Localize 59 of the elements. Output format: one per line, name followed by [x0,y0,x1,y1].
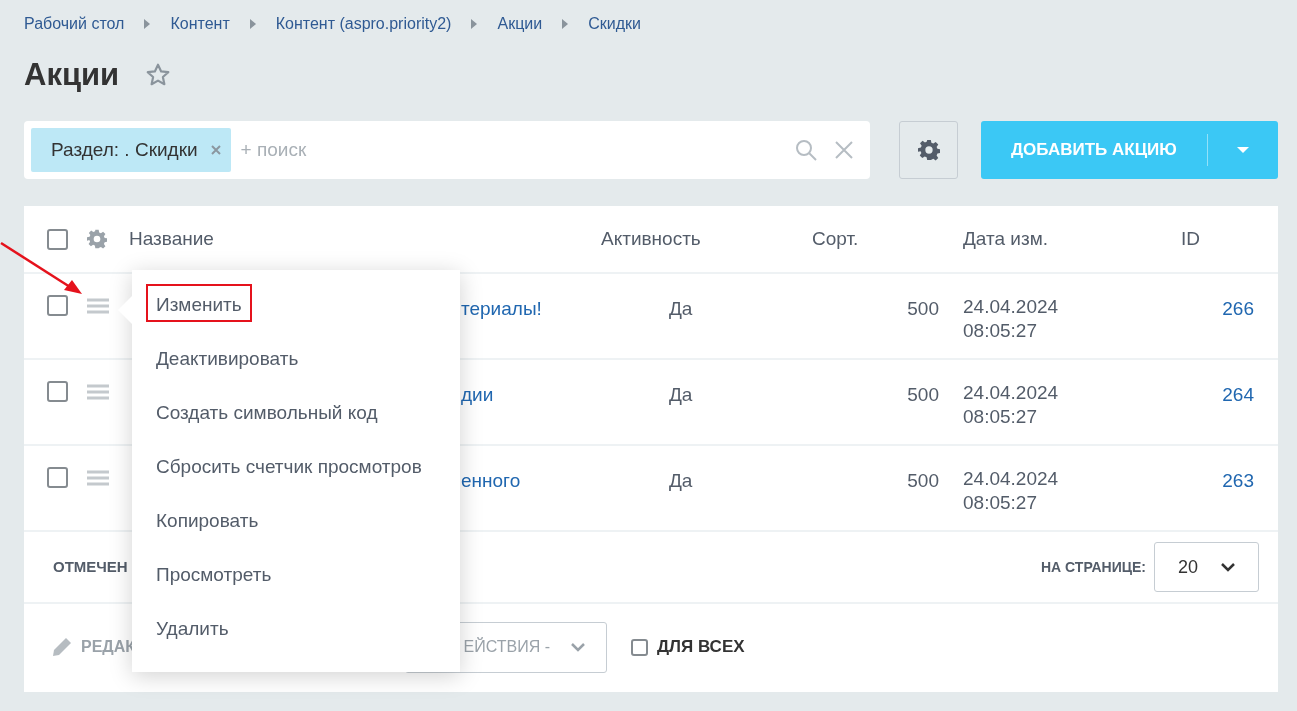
chevron-icon [249,18,256,29]
menu-item[interactable]: Копировать [146,500,269,538]
for-all-label: ДЛЯ ВСЕХ [657,636,745,659]
settings-button[interactable] [899,121,958,179]
checkbox[interactable] [47,295,68,316]
chevron-icon [562,18,569,29]
table-cell: 500 [907,470,939,491]
id-link[interactable]: 266 [1222,298,1254,319]
star-icon[interactable] [145,62,172,88]
search-icon[interactable] [794,138,818,162]
column-header[interactable]: Дата изм. [963,224,1181,254]
filter-field[interactable]: Раздел: . Скидки + поиск [24,121,870,179]
per-page-select[interactable]: 20 [1154,542,1259,592]
table-cell: Да [669,384,693,405]
chevron-icon [144,18,151,29]
table-cell: Да [669,298,693,319]
settings-icon[interactable] [87,229,107,249]
pencil-icon[interactable] [51,636,73,658]
table-cell: 500 [907,384,939,405]
settings-icon [917,139,940,161]
menu-item[interactable]: Деактивировать [146,338,309,376]
menu-item[interactable]: Создать символьный код [146,392,388,430]
filter-tag-label: Раздел: . Скидки [51,137,198,162]
table-cell-text: 24.04.2024 08:05:27 [963,381,1060,429]
column-header[interactable]: Сорт. [812,224,963,254]
menu-item[interactable]: Удалить [146,608,239,646]
search-input[interactable]: + поиск [238,134,794,166]
page-title: Акции [24,56,120,94]
checkbox[interactable] [47,228,68,250]
table-cell-text: 24.04.2024 08:05:27 [963,295,1060,343]
table-cell: 500 [907,298,939,319]
close-icon[interactable] [209,144,222,156]
breadcrumb-link[interactable]: Скидки [588,11,641,36]
column-header[interactable]: Активность [601,224,812,254]
per-page-label: НА СТРАНИЦЕ: [1040,557,1146,577]
checkbox[interactable] [631,638,648,656]
breadcrumb-link[interactable]: Рабочий стол [24,11,125,36]
breadcrumb-link[interactable]: Акции [497,11,543,36]
id-link[interactable]: 263 [1222,470,1254,491]
table-cell: Да [669,470,693,491]
marked-label: ОТМЕЧЕН [53,556,128,577]
menu-item[interactable]: Изменить [146,284,252,322]
breadcrumb-link[interactable]: Контент [170,11,230,36]
id-link[interactable]: 264 [1222,384,1254,405]
checkbox[interactable] [47,467,68,488]
menu-icon[interactable] [87,469,109,486]
chevron-icon [471,18,478,29]
column-header[interactable]: ID [1181,224,1278,254]
column-header[interactable]: Название [129,224,601,254]
menu-icon[interactable] [87,383,109,400]
table-cell-text: 24.04.2024 08:05:27 [963,467,1060,515]
menu-icon[interactable] [87,297,109,314]
menu-item[interactable]: Сбросить счетчик просмотров [146,446,432,484]
caret-icon[interactable] [1236,147,1249,153]
close-icon[interactable] [834,140,854,160]
breadcrumb-link[interactable]: Контент (aspro.priority2) [275,11,452,36]
menu-item[interactable]: Просмотреть [146,554,282,592]
checkbox[interactable] [47,381,68,402]
chevron-icon[interactable] [1220,562,1236,572]
